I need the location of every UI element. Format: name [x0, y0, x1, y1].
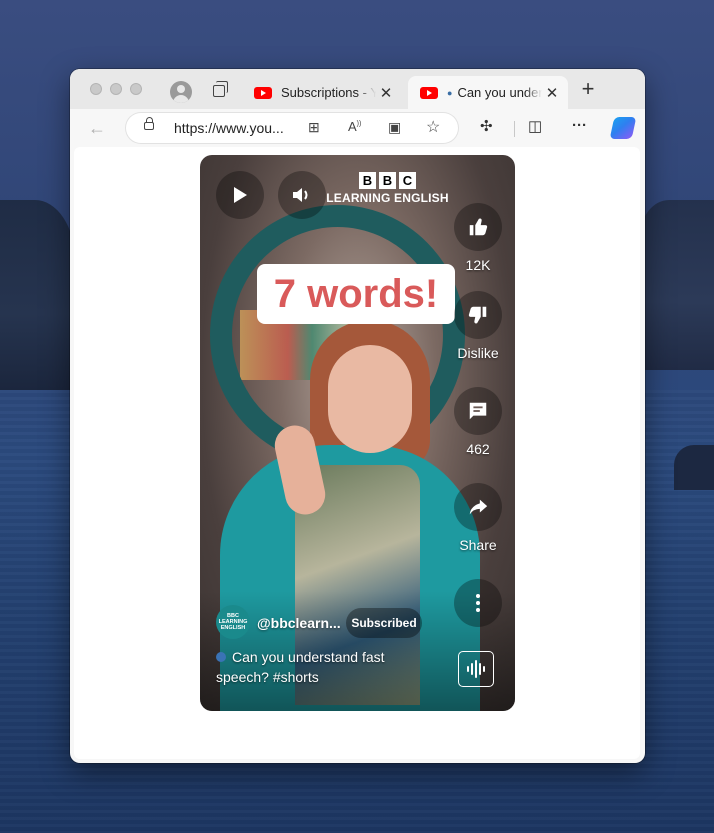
tab-close-icon[interactable]: ✕: [376, 84, 396, 102]
cliff-left: [0, 200, 75, 390]
tab-title: Can you understand fast speech? #shorts: [457, 85, 542, 100]
page-content: B B C LEARNING ENGLISH 7 words! 12K Disl…: [74, 147, 640, 759]
bbc-letter: B: [359, 172, 376, 189]
rock-right: [674, 445, 714, 490]
new-tab-button[interactable]: +: [576, 78, 600, 102]
tab-bar: Subscriptions - YouTube ✕ ● Can you unde…: [70, 69, 645, 109]
url-text: https://www.you...: [174, 120, 284, 136]
sound-wave-bar: [475, 660, 477, 678]
lock-icon[interactable]: [144, 117, 154, 130]
toolbar: ← https://www.you... ⊞ A)) ▣ ☆ ✣ ◫ ···: [70, 109, 645, 147]
workspaces-icon[interactable]: [213, 81, 228, 97]
app-grid-icon[interactable]: ⊞: [308, 119, 320, 136]
youtube-logo-icon: [254, 86, 272, 99]
bbc-subtitle: LEARNING ENGLISH: [326, 191, 449, 205]
sound-wave-bar: [471, 663, 473, 675]
dislike-button[interactable]: [454, 291, 502, 339]
zoom-window-button[interactable]: [130, 83, 142, 95]
vertical-dots-icon: [476, 594, 480, 612]
presenter-face: [328, 345, 412, 453]
tab-close-icon[interactable]: ✕: [542, 84, 562, 102]
sound-wave-bar: [479, 663, 481, 675]
extensions-icon[interactable]: ✣: [480, 117, 493, 135]
minimize-window-button[interactable]: [110, 83, 122, 95]
address-bar[interactable]: https://www.you... ⊞ A)) ▣ ☆: [126, 113, 458, 143]
tab-title: Subscriptions - YouTube: [281, 85, 376, 100]
comment-count: 462: [466, 441, 490, 457]
youtube-logo-icon: [420, 86, 438, 99]
more-icon[interactable]: ···: [572, 117, 587, 134]
like-button[interactable]: [454, 203, 502, 251]
dislike-label: Dislike: [457, 345, 499, 361]
sound-wave-bar: [467, 666, 469, 672]
share-label: Share: [459, 537, 497, 553]
browser-window: Subscriptions - YouTube ✕ ● Can you unde…: [70, 69, 645, 763]
sound-button[interactable]: [458, 651, 494, 687]
add-to-video-icon[interactable]: ▣: [388, 119, 401, 136]
bbc-learning-english-logo: B B C LEARNING ENGLISH: [310, 172, 465, 205]
globe-icon: [216, 652, 226, 662]
share-icon: [469, 499, 488, 515]
channel-avatar[interactable]: BBC LEARNING ENGLISH: [216, 605, 250, 639]
play-button[interactable]: [216, 171, 264, 219]
tab-subscriptions[interactable]: Subscriptions - YouTube ✕: [242, 76, 402, 109]
sound-wave-bar: [483, 666, 485, 672]
more-actions-button[interactable]: [454, 579, 502, 627]
thumbs-down-icon: [468, 306, 487, 324]
comments-button[interactable]: [454, 387, 502, 435]
profile-avatar[interactable]: [170, 81, 192, 103]
cliff-right: [639, 200, 714, 370]
short-video-player[interactable]: B B C LEARNING ENGLISH 7 words! 12K Disl…: [200, 155, 515, 711]
toolbar-divider: [514, 121, 515, 137]
overlay-headline: 7 words!: [257, 264, 455, 324]
share-button[interactable]: [454, 483, 502, 531]
subscribed-button[interactable]: Subscribed: [346, 608, 422, 638]
caption-text: Can you understand fast speech? #shorts: [216, 649, 385, 685]
play-icon: [234, 187, 247, 203]
globe-icon: ●: [447, 87, 453, 98]
read-aloud-icon[interactable]: A)): [348, 119, 361, 134]
bbc-letter: C: [399, 172, 416, 189]
channel-handle[interactable]: @bbclearn...: [257, 615, 341, 631]
tab-short-video[interactable]: ● Can you understand fast speech? #short…: [408, 76, 568, 109]
star-icon[interactable]: ☆: [426, 117, 440, 137]
like-count: 12K: [465, 257, 491, 273]
thumbs-up-icon: [469, 218, 488, 236]
bbc-letter: B: [379, 172, 396, 189]
back-arrow-icon[interactable]: ←: [88, 118, 106, 139]
split-screen-icon[interactable]: ◫: [528, 117, 542, 135]
close-window-button[interactable]: [90, 83, 102, 95]
video-caption[interactable]: Can you understand fast speech? #shorts: [216, 647, 436, 687]
copilot-icon[interactable]: [609, 117, 637, 139]
comment-icon: [469, 402, 487, 420]
avatar-text: ENGLISH: [220, 625, 246, 631]
